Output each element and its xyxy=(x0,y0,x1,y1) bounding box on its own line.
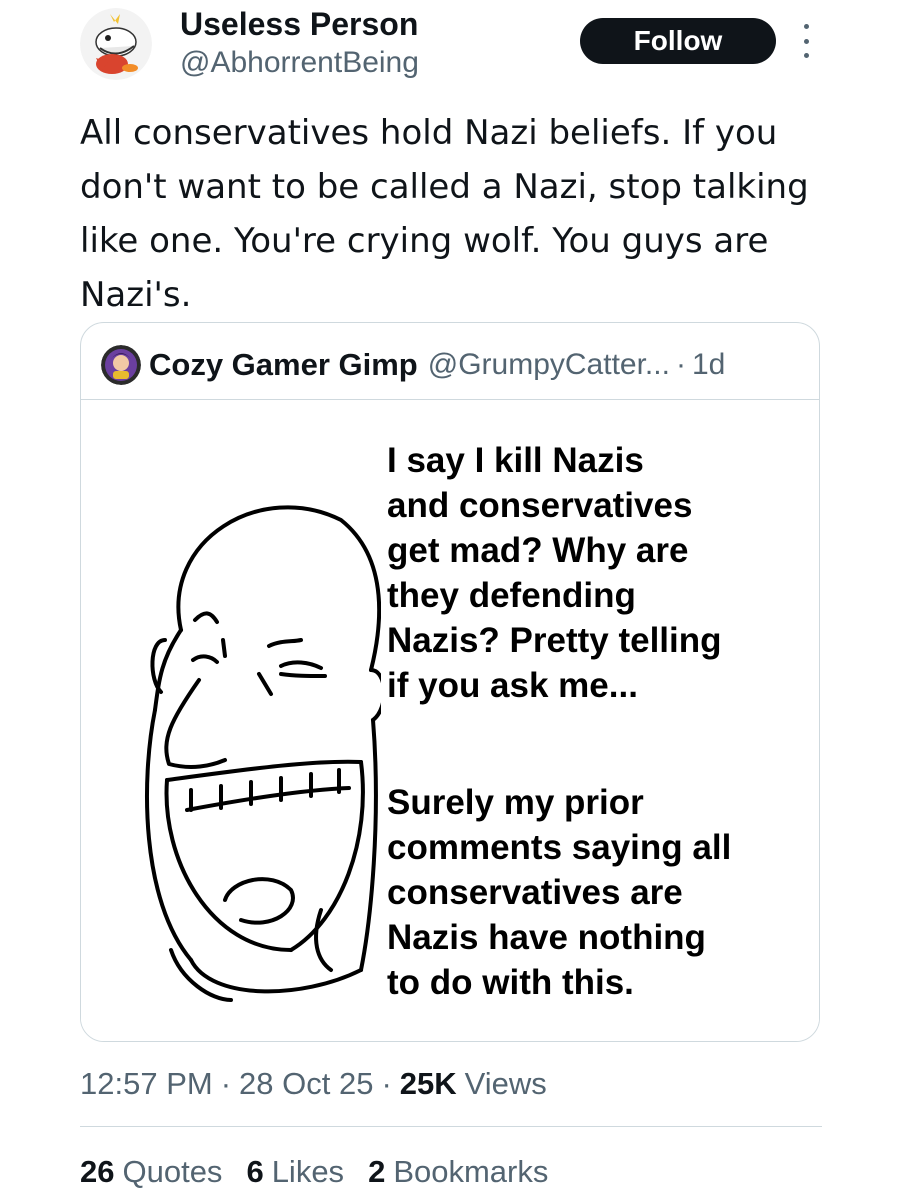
quoted-author-handle[interactable]: @GrumpyCatter... xyxy=(428,348,670,382)
tweet-time[interactable]: 12:57 PM xyxy=(80,1066,213,1102)
quoted-separator: · xyxy=(675,348,686,381)
more-vertical-icon[interactable] xyxy=(798,24,814,58)
likes-count: 6 xyxy=(246,1154,264,1189)
meme-caption-bottom: Surely my prior comments saying all cons… xyxy=(387,783,732,1002)
bookmarks-label: Bookmarks xyxy=(393,1154,549,1189)
tweet-text: All conservatives hold Nazi beliefs. If … xyxy=(80,113,809,315)
quotes-count: 26 xyxy=(80,1154,115,1189)
quoted-author-avatar[interactable] xyxy=(101,345,141,385)
divider xyxy=(80,1126,822,1127)
engagement-stats: 26 Quotes 6 Likes 2 Bookmarks xyxy=(80,1150,572,1194)
author-avatar[interactable] xyxy=(80,8,152,80)
follow-button[interactable]: Follow xyxy=(580,18,776,64)
cartoon-character-avatar-icon xyxy=(101,345,141,385)
quotes-stat[interactable]: 26 Quotes xyxy=(80,1154,222,1190)
views-count: 25K xyxy=(399,1066,457,1101)
bookmarks-count: 2 xyxy=(368,1154,386,1189)
meta-dot: · xyxy=(381,1066,392,1101)
views-label: Views xyxy=(464,1066,547,1101)
quoted-tweet-header: Cozy Gamer Gimp @GrumpyCatter... · 1d xyxy=(101,345,801,385)
quoted-tweet-card[interactable]: Cozy Gamer Gimp @GrumpyCatter... · 1d I … xyxy=(80,322,820,1042)
laughing-bald-man-drawing-icon xyxy=(144,505,381,1002)
bookmarks-stat[interactable]: 2 Bookmarks xyxy=(368,1154,548,1190)
author-handle[interactable]: @AbhorrentBeing xyxy=(180,46,419,80)
likes-label: Likes xyxy=(271,1154,345,1189)
quoted-tweet-image[interactable]: I say I kill Nazis and conservatives get… xyxy=(81,399,819,1041)
quoted-time[interactable]: 1d xyxy=(692,348,725,382)
author-name[interactable]: Useless Person xyxy=(180,6,418,43)
tweet-date[interactable]: 28 Oct 25 xyxy=(239,1066,373,1102)
meme-caption-top: I say I kill Nazis and conservatives get… xyxy=(387,441,722,705)
quoted-author-name[interactable]: Cozy Gamer Gimp xyxy=(149,347,418,383)
quotes-label: Quotes xyxy=(122,1154,223,1189)
tweet-meta: 12:57 PM · 28 Oct 25 · 25K Views xyxy=(80,1062,547,1106)
likes-stat[interactable]: 6 Likes xyxy=(246,1154,344,1190)
fire-croc-creature-avatar-icon xyxy=(80,8,152,80)
meta-dot: · xyxy=(220,1066,232,1101)
